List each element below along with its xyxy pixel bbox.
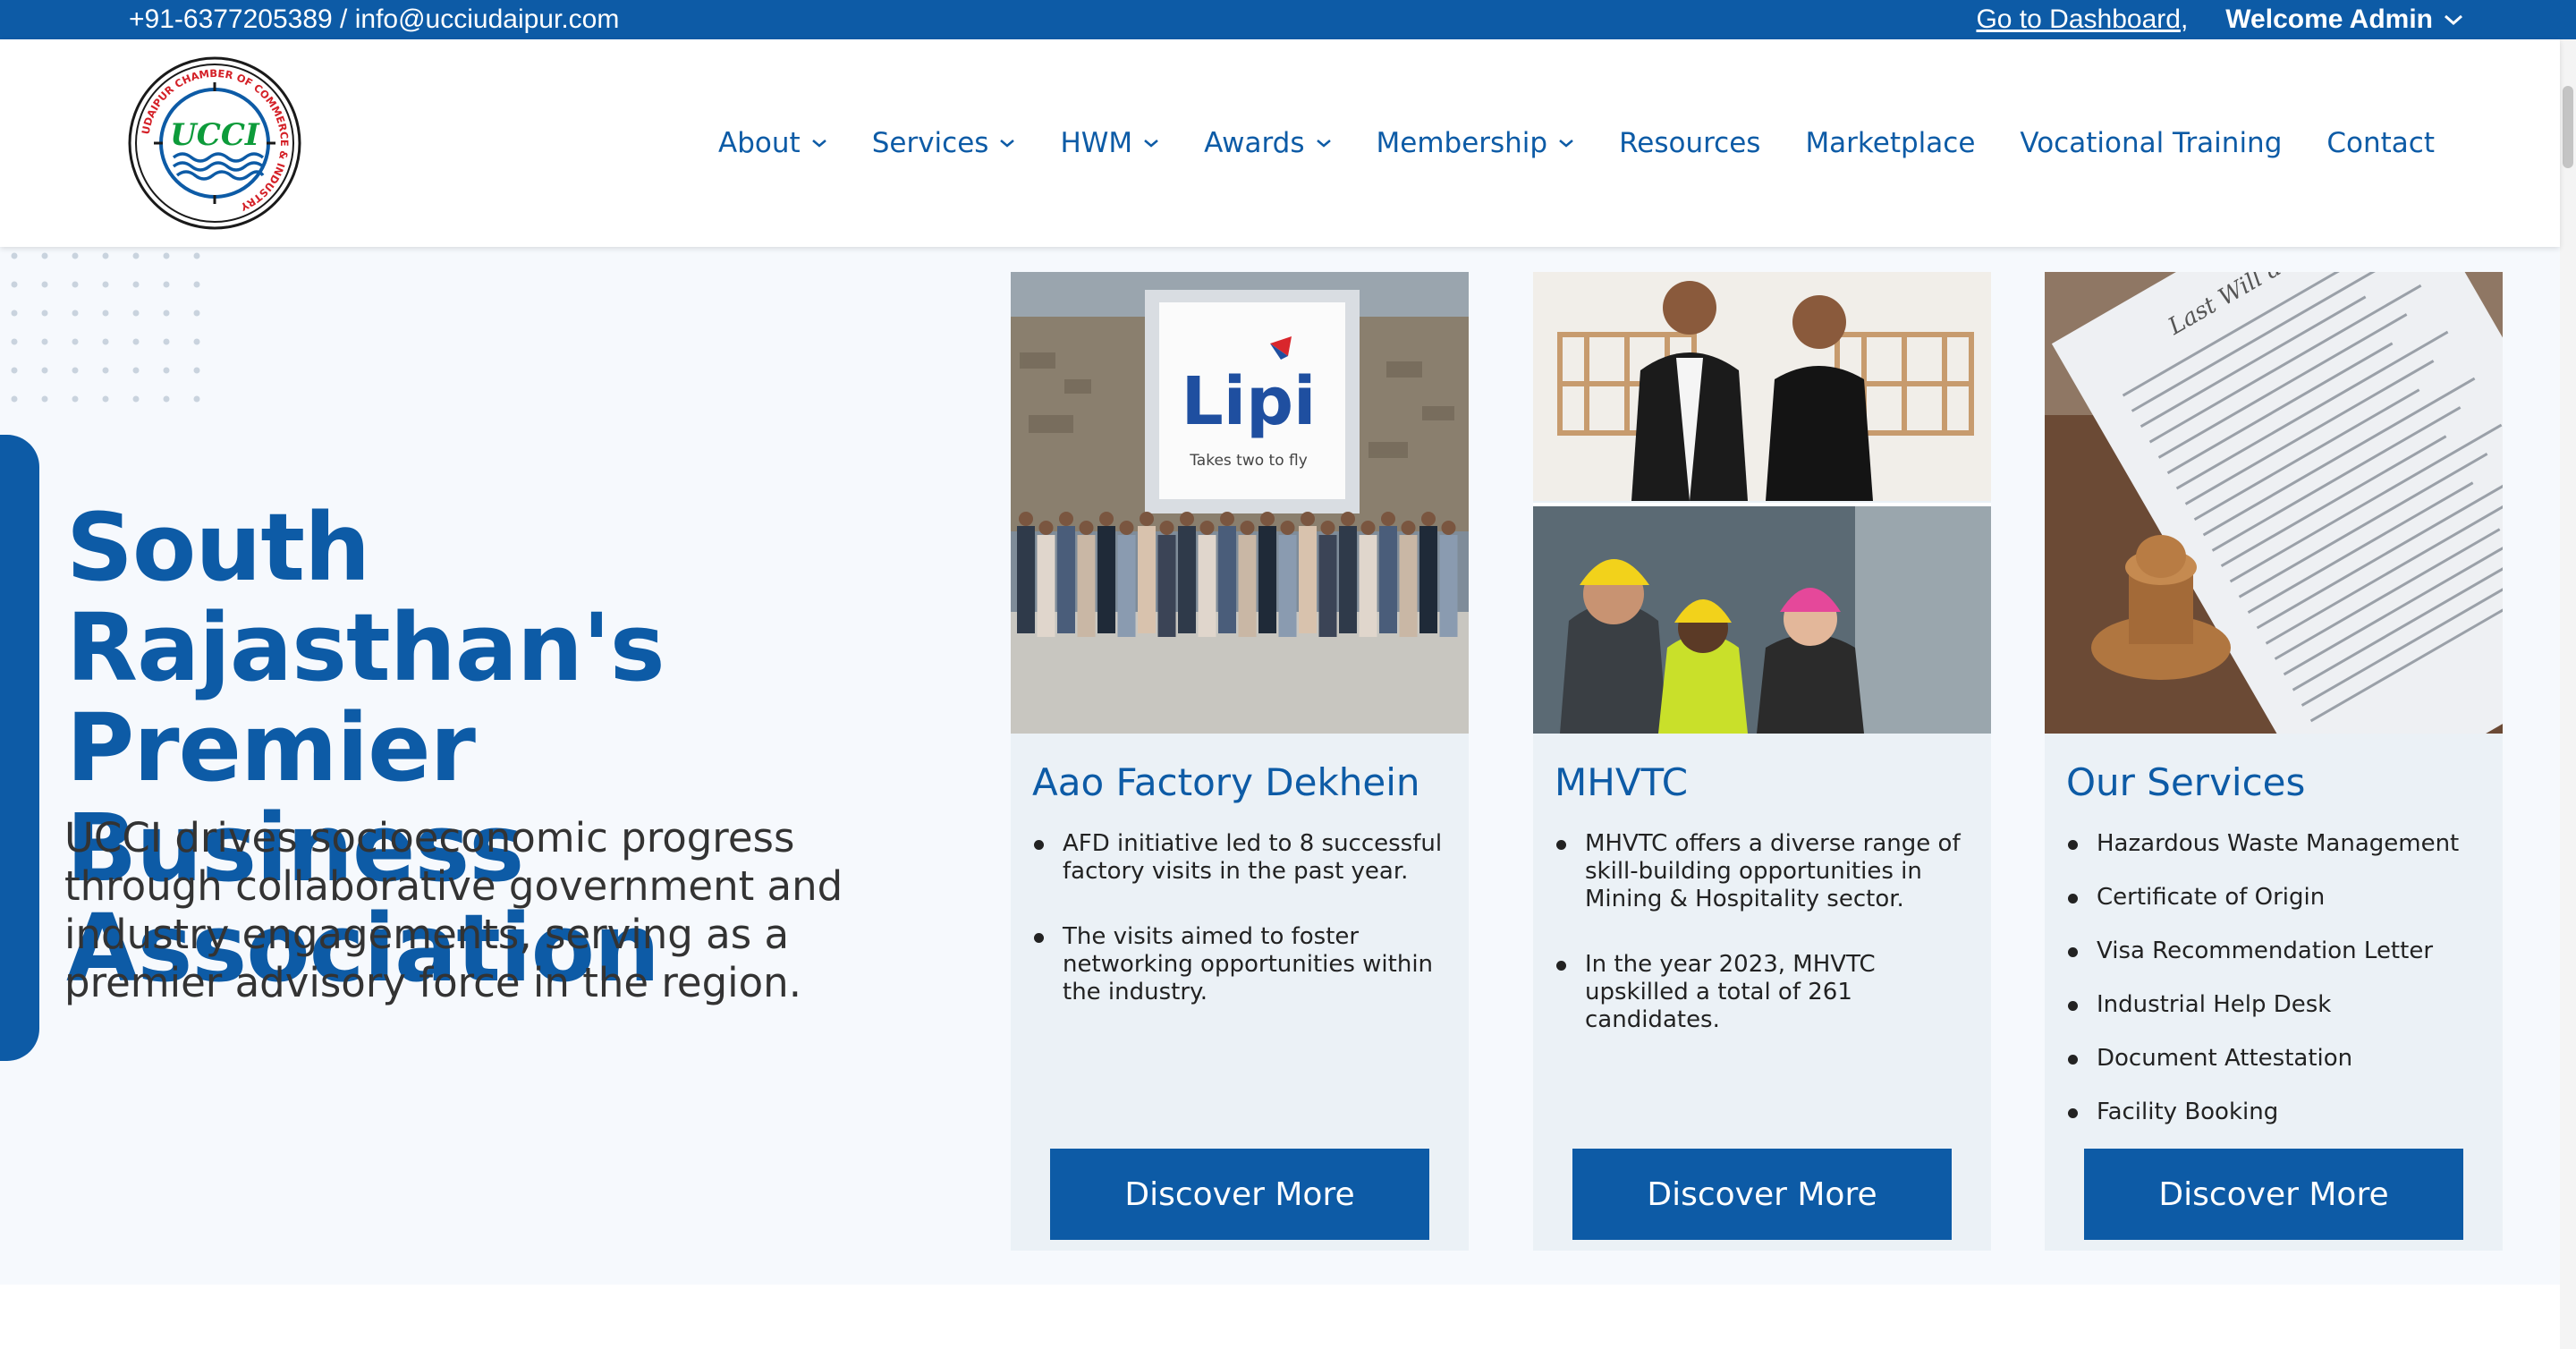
list-item: Document Attestation bbox=[2066, 1045, 2487, 1073]
list-item: Hazardous Waste Management bbox=[2066, 830, 2487, 858]
chevron-down-icon bbox=[1316, 140, 1331, 148]
card-bullet-list: MHVTC offers a diverse range of skill-bu… bbox=[1555, 830, 1975, 1072]
card-mhvtc: MHVTC MHVTC offers a diverse range of sk… bbox=[1533, 272, 1991, 1251]
mhvtc-trainees-photo bbox=[1533, 272, 1991, 734]
chevron-down-icon bbox=[811, 140, 826, 148]
nav-item-contact[interactable]: Contact bbox=[2326, 127, 2435, 159]
card-title: Our Services bbox=[2066, 760, 2306, 804]
list-item: Certificate of Origin bbox=[2066, 884, 2487, 912]
list-item: Industrial Help Desk bbox=[2066, 991, 2487, 1019]
lipi-tagline-text: Takes two to fly bbox=[1189, 452, 1308, 470]
nav-item-label: Services bbox=[871, 127, 989, 159]
nav-item-marketplace[interactable]: Marketplace bbox=[1805, 127, 1975, 159]
logo-text: UCCI bbox=[170, 117, 260, 153]
welcome-admin-label: Welcome Admin bbox=[2225, 4, 2433, 34]
contact-info: +91-6377205389 / info@ucciudaipur.com bbox=[129, 4, 620, 34]
nav-item-resources[interactable]: Resources bbox=[1619, 127, 1760, 159]
nav-item-label: Marketplace bbox=[1805, 127, 1976, 159]
list-item: AFD initiative led to 8 successful facto… bbox=[1032, 830, 1453, 886]
nav-item-label: Contact bbox=[2326, 127, 2435, 159]
separator: , bbox=[2180, 4, 2189, 34]
main-nav: About Services HWM Awards Membership Resource… bbox=[674, 39, 2435, 247]
list-item: MHVTC offers a diverse range of skill-bu… bbox=[1555, 830, 1975, 913]
nav-item-label: Resources bbox=[1619, 127, 1761, 159]
lipi-sign-text: Lipi bbox=[1182, 363, 1317, 440]
card-title: Aao Factory Dekhein bbox=[1032, 760, 1420, 804]
top-bar: +91-6377205389 / info@ucciudaipur.com Go… bbox=[0, 0, 2576, 39]
chevron-down-icon bbox=[1559, 140, 1573, 148]
factory-visit-group-photo: Lipi Takes two to fly bbox=[1011, 272, 1469, 734]
nav-item-services[interactable]: Services bbox=[872, 127, 1016, 159]
decorative-side-tab bbox=[0, 435, 39, 1061]
card-aao-factory-dekhein: Lipi Takes two to fly Aao Factory Dekhei… bbox=[1011, 272, 1469, 1251]
nav-item-label: About bbox=[718, 127, 801, 159]
nav-item-label: Awards bbox=[1204, 127, 1305, 159]
nav-item-label: Vocational Training bbox=[2020, 127, 2283, 159]
list-item: In the year 2023, MHVTC upskilled a tota… bbox=[1555, 951, 1975, 1034]
nav-item-hwm[interactable]: HWM bbox=[1060, 127, 1159, 159]
document-stamp-photo: Last Will and bbox=[2045, 272, 2503, 734]
site-header: UDAIPUR CHAMBER OF COMMERCE & INDUSTRY U… bbox=[0, 39, 2560, 247]
chevron-down-icon bbox=[1000, 140, 1015, 148]
card-bullet-list: Hazardous Waste Management Certificate o… bbox=[2066, 830, 2487, 1152]
card-title: MHVTC bbox=[1555, 760, 1689, 804]
scrollbar-thumb[interactable] bbox=[2563, 86, 2573, 168]
chevron-down-icon bbox=[2445, 14, 2462, 26]
nav-item-about[interactable]: About bbox=[718, 127, 827, 159]
hero-subtitle: UCCI drives socioeconomic progress throu… bbox=[64, 814, 843, 1006]
chevron-down-icon bbox=[1144, 140, 1158, 148]
nav-item-awards[interactable]: Awards bbox=[1204, 127, 1331, 159]
nav-item-label: HWM bbox=[1060, 127, 1133, 159]
decorative-dots bbox=[11, 252, 200, 403]
top-bar-right: Go to Dashboard , Welcome Admin bbox=[1976, 0, 2463, 39]
list-item: The visits aimed to foster networking op… bbox=[1032, 923, 1453, 1006]
discover-more-button[interactable]: Discover More bbox=[1050, 1149, 1429, 1240]
go-to-dashboard-link[interactable]: Go to Dashboard bbox=[1976, 4, 2180, 35]
card-our-services: Last Will and Our Services Hazardous Was… bbox=[2045, 272, 2503, 1251]
nav-item-membership[interactable]: Membership bbox=[1377, 127, 1575, 159]
ucci-logo[interactable]: UDAIPUR CHAMBER OF COMMERCE & INDUSTRY U… bbox=[127, 55, 302, 231]
card-bullet-list: AFD initiative led to 8 successful facto… bbox=[1032, 830, 1453, 1044]
welcome-admin-menu[interactable]: Welcome Admin bbox=[2225, 4, 2463, 35]
nav-item-label: Membership bbox=[1376, 127, 1548, 159]
list-item: Facility Booking bbox=[2066, 1099, 2487, 1126]
scrollbar-track[interactable] bbox=[2560, 39, 2576, 1349]
discover-more-button[interactable]: Discover More bbox=[1572, 1149, 1952, 1240]
discover-more-button[interactable]: Discover More bbox=[2084, 1149, 2463, 1240]
list-item: Visa Recommendation Letter bbox=[2066, 938, 2487, 965]
nav-item-vocational-training[interactable]: Vocational Training bbox=[2020, 127, 2282, 159]
